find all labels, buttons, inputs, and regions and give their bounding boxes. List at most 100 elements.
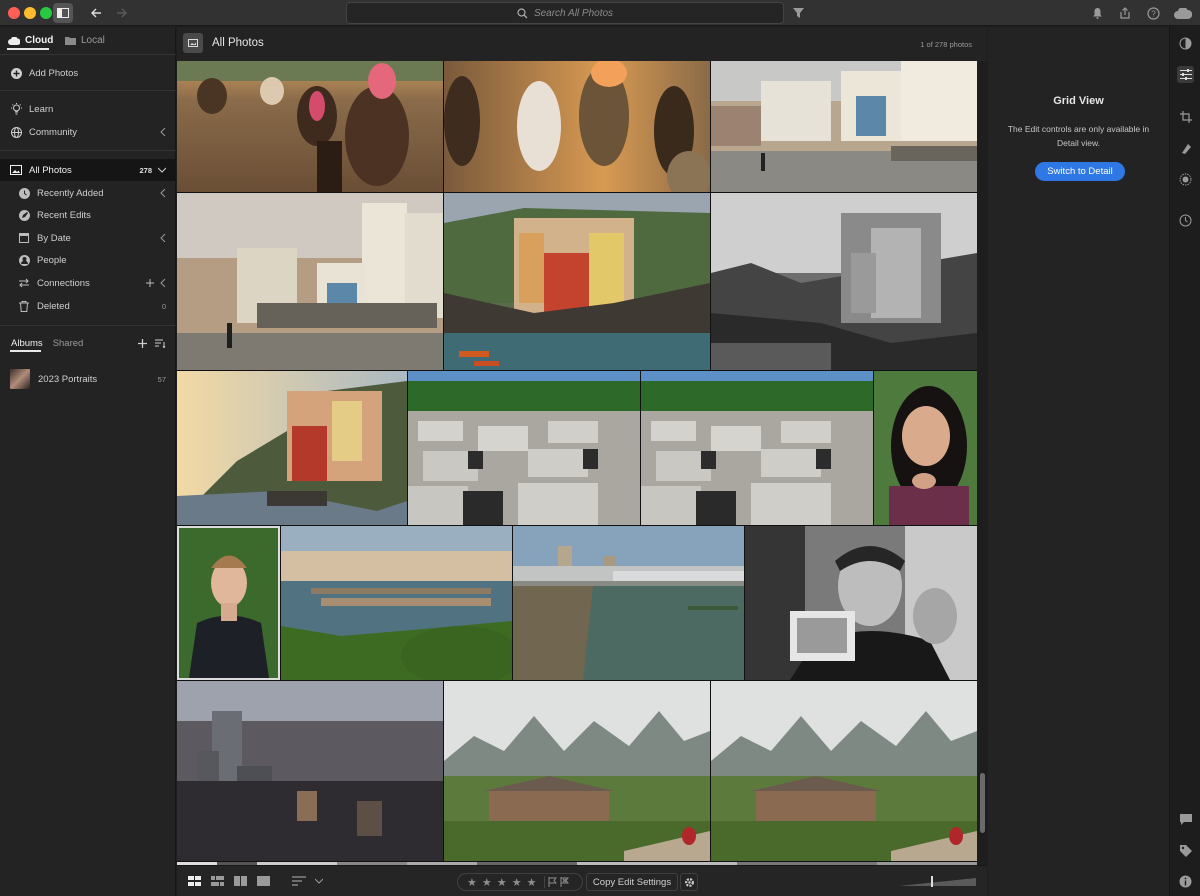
rating-stars[interactable]: ★ ★ ★ ★ ★ [457,873,583,891]
crop-icon[interactable] [1177,108,1194,125]
all-photos-label: All Photos [29,164,72,176]
search-icon [517,7,528,18]
sidebar-item-by-date[interactable]: By Date [0,227,176,249]
share-icon[interactable] [1118,3,1132,23]
add-photos-button[interactable]: Add Photos [0,62,176,84]
photo-grid-icon[interactable] [211,874,224,888]
thumbnail-size-slider[interactable] [899,874,976,888]
community-label: Community [29,126,78,138]
square-grid-icon[interactable] [188,874,201,888]
sidebar-item-label: Connections [37,277,90,289]
grid-scrollbar[interactable] [978,61,987,865]
help-icon[interactable]: ? [1146,3,1160,23]
scrollbar-thumb[interactable] [980,773,985,833]
sidebar-item-label: Deleted [37,300,70,312]
albums-tab-indicator [10,350,41,352]
photo-thumbnail[interactable] [444,61,710,192]
photo-thumbnail[interactable] [177,371,407,525]
presets-icon[interactable] [1177,35,1194,52]
plus-icon[interactable] [146,279,154,287]
photos-icon [183,33,203,53]
photo-thumbnail[interactable] [281,526,512,680]
sort-icon[interactable] [292,874,306,888]
info-icon[interactable] [1177,873,1194,890]
flag-icon[interactable] [548,877,557,887]
history-icon[interactable] [1177,212,1194,229]
sidebar-item-label: By Date [37,232,71,244]
deleted-count: 0 [161,301,166,311]
album-thumbnail [10,369,30,389]
album-count: 57 [157,374,166,384]
chevron-left-icon [160,279,166,287]
title-bar: Search All Photos ? [0,0,1200,26]
panel-toggle-icon[interactable] [53,3,73,23]
photo-thumbnail[interactable] [641,371,873,525]
chevron-down-icon[interactable] [315,874,323,888]
healing-icon[interactable] [1177,140,1194,157]
masking-icon[interactable] [1177,171,1194,188]
photo-thumbnail[interactable] [874,371,977,525]
tab-cloud-label: Cloud [25,35,54,46]
add-album-icon[interactable] [138,338,147,348]
panel-title: Grid View [1053,95,1104,107]
photo-thumbnail[interactable] [444,681,710,861]
photo-thumbnail[interactable] [513,526,744,680]
forward-arrow-icon[interactable] [114,3,130,23]
minimize-window-button[interactable] [24,7,36,19]
photo-thumbnail[interactable] [177,61,443,192]
rating-stars-label: ★ ★ ★ ★ ★ [467,876,538,889]
photo-thumbnail[interactable] [177,681,443,861]
divider [543,876,545,888]
search-placeholder: Search All Photos [533,7,614,19]
photo-thumbnail[interactable] [177,193,443,370]
sidebar-item-recently-added[interactable]: Recently Added [0,182,176,204]
search-input[interactable]: Search All Photos [346,2,784,24]
album-item[interactable]: 2023 Portraits 57 [0,367,176,391]
community-item[interactable]: Community [0,121,176,143]
photo-thumbnail[interactable] [444,193,710,370]
edit-sliders-icon[interactable] [1177,66,1194,83]
photo-thumbnail[interactable] [711,193,977,370]
folder-icon [65,37,76,45]
divider [0,90,176,91]
tag-icon[interactable] [1177,842,1194,859]
tab-albums[interactable]: Albums [11,338,43,349]
gear-icon[interactable] [680,873,698,891]
back-arrow-icon[interactable] [88,3,104,23]
sidebar-item-deleted[interactable]: Deleted 0 [0,295,176,317]
sidebar-item-recent-edits[interactable]: Recent Edits [0,204,176,226]
sort-icon[interactable] [155,339,166,348]
right-panel: Grid View The Edit controls are only ava… [988,27,1169,896]
zoom-window-button[interactable] [40,7,52,19]
add-photos-label: Add Photos [29,67,79,79]
switch-to-detail-button[interactable]: Switch to Detail [1035,162,1125,181]
tab-cloud[interactable]: Cloud [8,35,53,46]
sidebar-item-people[interactable]: People [0,249,176,271]
recent-edits-icon [18,209,30,221]
close-window-button[interactable] [8,7,20,19]
cloud-icon [8,36,20,45]
calendar-icon [18,232,30,244]
detail-view-icon[interactable] [234,874,247,888]
tab-local[interactable]: Local [65,35,105,46]
photo-thumbnail[interactable] [711,681,977,861]
page-title: All Photos [212,37,264,49]
single-view-icon[interactable] [257,874,270,888]
photo-thumbnail[interactable] [745,526,977,680]
cloud-icon[interactable] [1172,3,1194,23]
filter-icon[interactable] [791,3,805,23]
photo-grid [177,61,977,865]
copy-edit-settings-button[interactable]: Copy Edit Settings [586,873,678,891]
all-photos-item[interactable]: All Photos 278 [0,159,176,181]
sidebar-item-connections[interactable]: Connections [0,272,176,294]
chevron-left-icon [160,128,166,136]
learn-item[interactable]: Learn [0,98,176,120]
divider [0,54,176,55]
selected-photo-thumbnail[interactable] [177,526,280,680]
photo-thumbnail[interactable] [711,61,977,192]
photo-thumbnail[interactable] [408,371,640,525]
tab-shared[interactable]: Shared [53,338,84,349]
bell-icon[interactable] [1090,3,1104,23]
reject-flag-icon[interactable] [560,877,569,887]
comment-icon[interactable] [1177,811,1194,828]
